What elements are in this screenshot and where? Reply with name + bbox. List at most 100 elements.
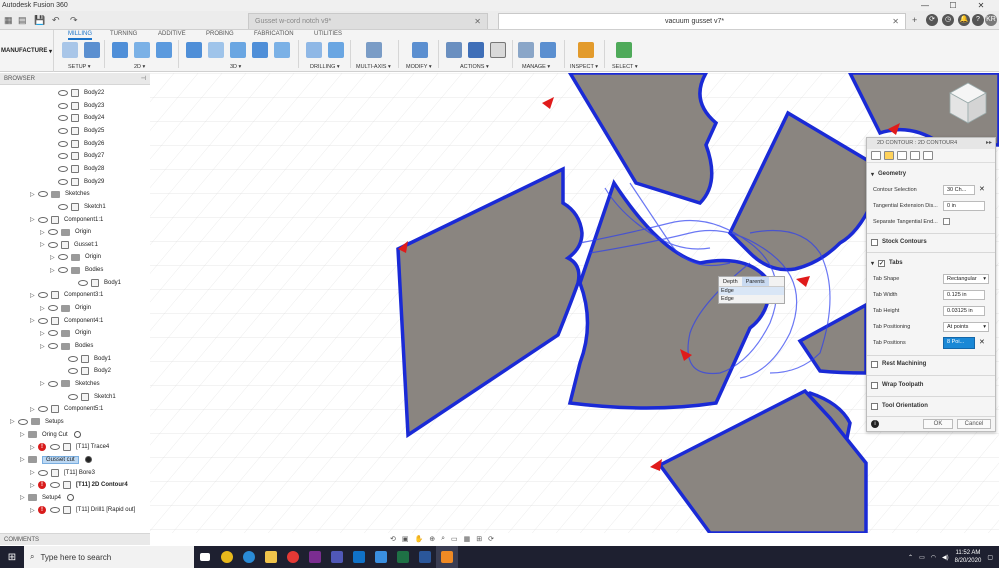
tool-orientation-checkbox[interactable] [871,402,878,410]
expand-triangle-icon[interactable]: ▷ [30,482,38,489]
visibility-eye-icon[interactable] [48,380,58,387]
group-actions[interactable]: ACTIONS ▾ [460,64,489,70]
expand-triangle-icon[interactable]: ▷ [20,456,28,463]
group-modify[interactable]: MODIFY ▾ [406,64,432,70]
active-setup-radio-icon[interactable] [67,494,75,502]
tool-tab-icon[interactable] [871,151,881,160]
visibility-eye-icon[interactable] [48,241,58,248]
section-geometry[interactable]: ▾ Geometry [867,168,995,180]
edge-icon[interactable] [238,546,260,568]
teams-icon[interactable] [326,546,348,568]
heights-tab-icon[interactable] [897,151,907,160]
tree-row[interactable]: ▷ Component4:1 [30,315,103,327]
expand-triangle-icon[interactable]: ▷ [40,305,48,312]
close-tab-icon[interactable]: ✕ [474,17,481,26]
comments-panel[interactable]: COMMENTS [0,533,150,545]
passes-tab-icon[interactable] [910,151,920,160]
expand-icon[interactable]: ▸▸ [986,138,992,149]
tree-row[interactable]: Body29 [50,176,104,188]
linking-tab-icon[interactable] [923,151,933,160]
tab-turning[interactable]: TURNING [110,31,137,37]
close-tab-icon[interactable]: ✕ [892,17,899,26]
visibility-eye-icon[interactable] [38,216,48,223]
modify-icon[interactable] [412,42,428,58]
expand-triangle-icon[interactable]: ▷ [30,444,38,451]
geometry-tab-icon[interactable] [884,151,894,160]
visibility-eye-icon[interactable] [38,191,48,198]
tree-row[interactable]: Body27 [50,150,104,162]
visibility-eye-icon[interactable] [50,444,60,451]
expand-triangle-icon[interactable]: ▷ [40,343,48,350]
file-menu-icon[interactable]: ▤ [18,15,27,26]
expand-triangle-icon[interactable]: ▷ [50,267,58,274]
todo-icon[interactable] [370,546,392,568]
post-process-icon[interactable] [468,42,484,58]
tree-row[interactable]: ▷ Origin [50,251,101,263]
expand-triangle-icon[interactable]: ▷ [30,292,38,299]
cancel-button[interactable]: Cancel [957,419,991,429]
visibility-eye-icon[interactable] [58,102,68,109]
dialog-title[interactable]: 2D CONTOUR : 2D CONTOUR4 ▸▸ [867,138,995,149]
visibility-eye-icon[interactable] [58,127,68,134]
popup-tab-depth[interactable]: Depth [719,277,742,286]
visibility-eye-icon[interactable] [58,153,68,160]
info-icon[interactable]: i [871,420,879,428]
visibility-eye-icon[interactable] [68,393,78,400]
tab-probing[interactable]: PROBING [206,31,234,37]
tree-row[interactable]: ▷! [T11] 2D Contour4 [30,479,128,491]
expand-triangle-icon[interactable]: ▷ [40,229,48,236]
group-multi-axis[interactable]: MULTI-AXIS ▾ [356,64,391,70]
tree-row[interactable]: ▷! [T11] Drill1 [Rapid out] [30,504,135,516]
group-drilling[interactable]: DRILLING ▾ [310,64,340,70]
visibility-eye-icon[interactable] [38,469,48,476]
2d-pocket-icon[interactable] [134,42,150,58]
tabs-checkbox[interactable]: ✓ [878,259,886,267]
tree-row[interactable]: Body24 [50,112,104,124]
section-wrap-toolpath[interactable]: Wrap Toolpath [867,379,995,391]
workspace-switcher[interactable]: MANUFACTURE ▾ [0,30,54,72]
zoom-icon[interactable]: ⊕ [429,535,435,543]
group-select[interactable]: SELECT ▾ [612,64,638,70]
job-status-icon[interactable]: ◷ [942,14,954,26]
visibility-eye-icon[interactable] [38,292,48,299]
grid-settings-icon[interactable]: ▦ [464,535,471,543]
expand-triangle-icon[interactable]: ▷ [30,191,38,198]
user-avatar[interactable]: KR [985,14,997,26]
taskbar-search[interactable]: ⌕ Type here to search [24,546,194,568]
active-setup-radio-icon[interactable] [84,456,92,464]
outlook-icon[interactable] [348,546,370,568]
simulate-icon[interactable] [446,42,462,58]
visibility-eye-icon[interactable] [38,317,48,324]
contour-selection-field[interactable]: 30 Ch... [943,185,975,195]
chrome-icon[interactable] [216,546,238,568]
network-icon[interactable]: ▭ [919,554,925,561]
popup-item[interactable]: Edge [719,287,784,295]
expand-triangle-icon[interactable]: ▷ [40,330,48,337]
tab-width-input[interactable]: 0.125 in [943,290,985,300]
machine-library-icon[interactable] [540,42,556,58]
task-view-icon[interactable] [194,546,216,568]
nc-program-icon[interactable] [84,42,100,58]
tab-additive[interactable]: ADDITIVE [158,31,186,37]
tree-row[interactable]: ▷ Origin [40,302,91,314]
group-3d[interactable]: 3D ▾ [230,64,241,70]
display-settings-icon[interactable]: ▭ [451,535,458,543]
group-manage[interactable]: MANAGE ▾ [522,64,550,70]
word-icon[interactable] [414,546,436,568]
tab-shape-select[interactable]: Rectangular ▾ [943,274,989,284]
tab-height-input[interactable]: 0.03125 in [943,306,985,316]
media-icon[interactable] [282,546,304,568]
tree-row[interactable]: Body1 [60,353,111,365]
tree-row[interactable]: Sketch1 [50,201,106,213]
tree-row[interactable]: ▷ Origin [40,327,91,339]
visibility-eye-icon[interactable] [68,355,78,362]
tree-row[interactable]: ▷ Component3:1 [30,289,103,301]
pan-icon[interactable]: ✋ [415,535,424,543]
clear-tab-positions-icon[interactable]: ✕ [979,338,985,346]
tree-row[interactable]: ▷ Component5:1 [30,403,103,415]
tree-row[interactable]: Body28 [50,163,104,175]
drill-icon[interactable] [306,42,322,58]
tab-fabrication[interactable]: FABRICATION [254,31,294,37]
close-window-button[interactable]: ✕ [967,0,995,11]
tree-row[interactable]: ▷! [T11] Trace4 [30,441,109,453]
